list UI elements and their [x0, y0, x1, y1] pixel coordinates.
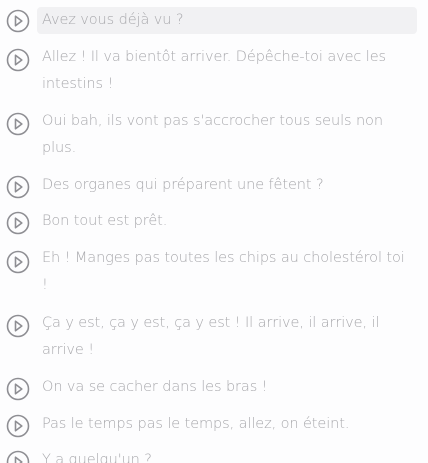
- dialogue-line-text: Oui bah, ils vont pas s'accrocher tous s…: [42, 113, 383, 156]
- dialogue-line-4[interactable]: Des organes qui préparent une fêtent ?: [0, 172, 428, 199]
- dialogue-line-text: Pas le temps pas le temps, allez, on éte…: [42, 416, 350, 432]
- dialogue-line-text: Des organes qui préparent une fêtent ?: [42, 177, 324, 193]
- play-circle-icon[interactable]: [6, 112, 30, 136]
- dialogue-line-3[interactable]: Oui bah, ils vont pas s'accrocher tous s…: [0, 108, 428, 162]
- play-circle-icon[interactable]: [6, 211, 30, 235]
- dialogue-line-text: Ça y est, ça y est, ça y est ! Il arrive…: [42, 315, 380, 358]
- play-circle-icon[interactable]: [6, 314, 30, 338]
- dialogue-line-2[interactable]: Allez ! Il va bientôt arriver. Dépêche-t…: [0, 44, 428, 98]
- dialogue-line-text: Avez vous déjà vu ?: [42, 12, 184, 28]
- dialogue-line-8[interactable]: On va se cacher dans les bras !: [0, 374, 428, 401]
- play-circle-icon[interactable]: [6, 48, 30, 72]
- dialogue-line-list: Avez vous déjà vu ? Allez ! Il va bientô…: [0, 0, 428, 463]
- play-circle-icon[interactable]: [6, 9, 30, 33]
- dialogue-line-1[interactable]: Avez vous déjà vu ?: [0, 7, 428, 34]
- dialogue-line-text: Eh ! Manges pas toutes les chips au chol…: [42, 250, 405, 293]
- dialogue-line-text: Y a quelqu'un ?: [42, 452, 152, 463]
- play-circle-icon[interactable]: [6, 250, 30, 274]
- play-circle-icon[interactable]: [6, 414, 30, 438]
- play-circle-icon[interactable]: [6, 377, 30, 401]
- dialogue-line-9[interactable]: Pas le temps pas le temps, allez, on éte…: [0, 411, 428, 438]
- dialogue-line-text: Bon tout est prêt.: [42, 213, 168, 229]
- play-circle-icon[interactable]: [6, 175, 30, 199]
- dialogue-line-5[interactable]: Bon tout est prêt.: [0, 208, 428, 235]
- dialogue-line-text: Allez ! Il va bientôt arriver. Dépêche-t…: [42, 49, 387, 92]
- dialogue-line-10[interactable]: Y a quelqu'un ?: [0, 447, 428, 463]
- dialogue-line-7[interactable]: Ça y est, ça y est, ça y est ! Il arrive…: [0, 310, 428, 364]
- dialogue-line-text: On va se cacher dans les bras !: [42, 379, 268, 395]
- play-circle-icon[interactable]: [6, 450, 30, 463]
- dialogue-line-6[interactable]: Eh ! Manges pas toutes les chips au chol…: [0, 245, 428, 299]
